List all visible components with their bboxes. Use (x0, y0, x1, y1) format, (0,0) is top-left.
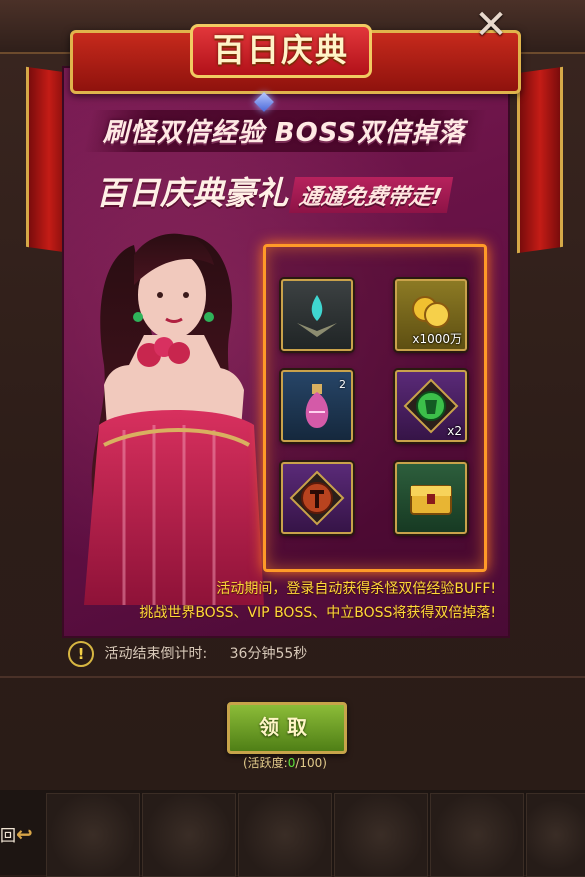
reward-item[interactable] (395, 462, 467, 534)
treasure-chest-icon (410, 485, 452, 515)
exclamation-icon: ! (68, 641, 94, 667)
countdown-row: ! 活动结束倒计时: 36分钟55秒 (68, 641, 498, 667)
reward-item[interactable]: x1000万 (395, 279, 467, 351)
event-headline: 刷怪双倍经验 BOSS双倍掉落 (102, 118, 466, 148)
popup-title: 百日庆典 (190, 24, 372, 78)
reward-item[interactable] (281, 279, 353, 351)
divider (0, 676, 585, 678)
toolbar-slot[interactable] (526, 793, 585, 877)
activity-prefix: (活跃度: (242, 756, 288, 770)
reward-item[interactable] (281, 462, 353, 534)
countdown-label: 活动结束倒计时: (104, 646, 208, 662)
item-quantity: x1000万 (412, 332, 462, 346)
activity-max: /100) (295, 756, 327, 770)
return-button[interactable]: 回↩ (0, 814, 44, 854)
item-stack-count: 2 (339, 378, 346, 391)
countdown-value: 36分钟55秒 (229, 646, 308, 662)
subheadline-main: 百日庆典豪礼 (96, 174, 289, 212)
red-rune-medallion-icon (289, 470, 345, 526)
close-button[interactable]: ✕ (472, 5, 510, 45)
toolbar-slot[interactable] (334, 793, 428, 877)
info-line: 挑战世界BOSS、VIP BOSS、中立BOSS将获得双倍掉落! (139, 605, 496, 621)
teal-flame-icon (297, 295, 337, 337)
toolbar-slot[interactable] (142, 793, 236, 877)
info-line: 活动期间，登录自动获得杀怪双倍经验BUFF! (216, 581, 496, 597)
reward-item[interactable]: 2 (281, 370, 353, 442)
return-arrow-icon: ↩ (16, 822, 33, 846)
subheadline-tag: 通通免费带走! (288, 177, 454, 213)
toolbar-slot[interactable] (46, 793, 140, 877)
item-quantity: x2 (447, 424, 462, 438)
toolbar-slot[interactable] (238, 793, 332, 877)
right-ribbon (517, 66, 563, 254)
toolbar-slot[interactable] (430, 793, 524, 877)
heroine-illustration (84, 233, 264, 605)
activity-progress: (活跃度:0/100) (200, 754, 370, 771)
return-label: 回 (0, 826, 17, 845)
claim-button[interactable]: 领取 (227, 702, 347, 754)
event-subheadline: 百日庆典豪礼 通通免费带走! (96, 168, 506, 214)
reward-item[interactable]: x2 (395, 370, 467, 442)
